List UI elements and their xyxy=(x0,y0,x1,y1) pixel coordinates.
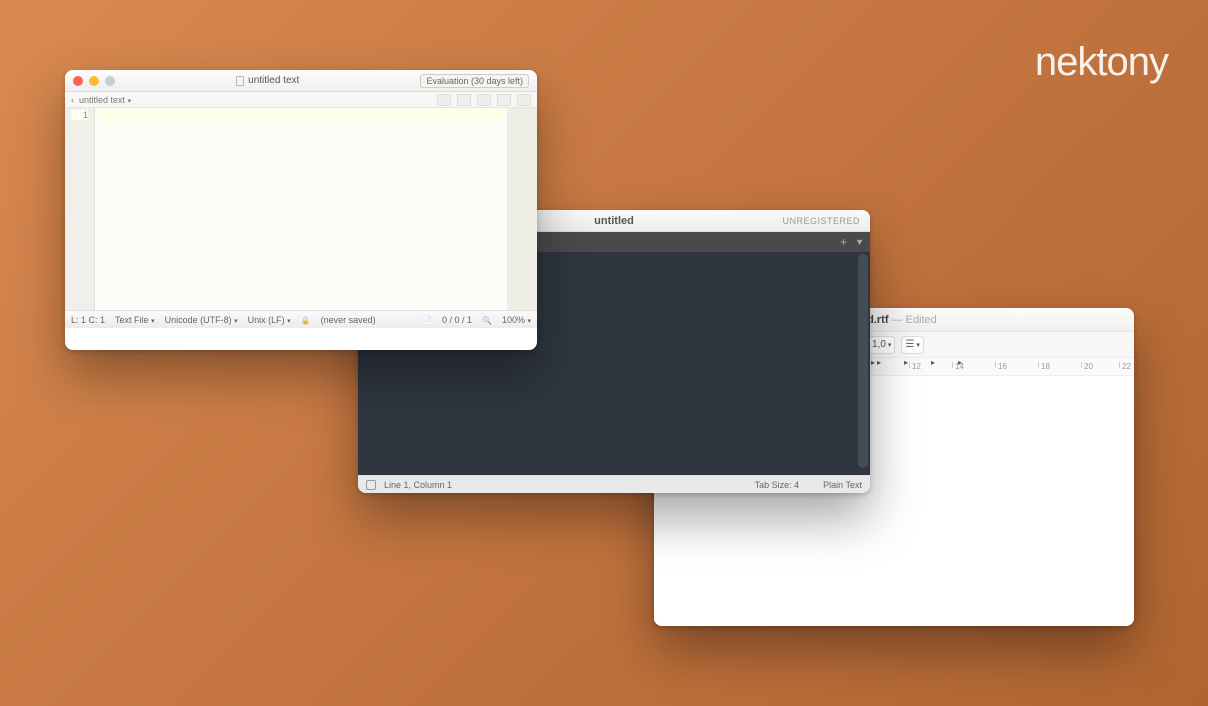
current-line xyxy=(99,110,503,122)
path-text[interactable]: untitled text xyxy=(79,95,125,105)
save-status: (never saved) xyxy=(321,315,376,325)
unregistered-label: UNREGISTERED xyxy=(782,216,860,226)
cursor-position[interactable]: Line 1, Column 1 xyxy=(384,480,452,490)
ruler-tick: 18 xyxy=(1038,362,1050,368)
scrollbar[interactable] xyxy=(858,254,868,468)
toolbar xyxy=(437,94,531,106)
list-icon xyxy=(905,339,914,350)
minimize-icon[interactable] xyxy=(89,76,99,86)
tab-size[interactable]: Tab Size: 4 xyxy=(755,480,800,490)
path-bar: untitled text ▾ xyxy=(65,92,537,108)
window-title: untitled xyxy=(594,215,634,227)
text-area[interactable] xyxy=(95,108,507,310)
traffic-lights[interactable] xyxy=(73,76,115,86)
ruler-tick: 14 xyxy=(952,362,964,368)
encoding[interactable]: Unicode (UTF-8) ▾ xyxy=(165,315,238,325)
list-button[interactable]: ▾ xyxy=(901,336,923,354)
window-title: untitled text xyxy=(248,75,299,86)
line-spacing-button[interactable]: 1,0 ▾ xyxy=(868,336,895,354)
sidebar-tool-icon[interactable] xyxy=(517,94,531,106)
ruler-tick: 20 xyxy=(1081,362,1093,368)
file-type[interactable]: Text File ▾ xyxy=(115,315,155,325)
tab-menu-icon[interactable]: ▼ xyxy=(855,237,864,247)
new-tab-icon[interactable]: + xyxy=(840,235,847,249)
evaluation-badge[interactable]: Evaluation (30 days left) xyxy=(420,74,529,88)
back-icon[interactable] xyxy=(71,95,74,105)
text-tool-icon[interactable] xyxy=(477,94,491,106)
lock-icon[interactable] xyxy=(301,315,311,325)
right-margin xyxy=(507,108,537,310)
brand-logo: nektony xyxy=(1035,40,1168,85)
line-number: 1 xyxy=(71,110,88,120)
syntax-mode[interactable]: Plain Text xyxy=(823,480,862,490)
zoom-level[interactable]: 100% ▾ xyxy=(502,315,531,325)
bbedit-window: untitled text Evaluation (30 days left) … xyxy=(65,70,537,350)
ruler-tick: 16 xyxy=(995,362,1007,368)
panel-icon[interactable] xyxy=(366,480,376,490)
search-icon[interactable] xyxy=(482,315,492,325)
pencil-tool-icon[interactable] xyxy=(437,94,451,106)
zoom-icon[interactable] xyxy=(105,76,115,86)
line-gutter[interactable]: 1 xyxy=(65,108,95,310)
page-icon[interactable] xyxy=(422,315,432,325)
status-bar: Line 1, Column 1 Tab Size: 4 Plain Text xyxy=(358,475,870,493)
cursor-position[interactable]: L: 1 C: 1 xyxy=(71,315,105,325)
clock-tool-icon[interactable] xyxy=(457,94,471,106)
close-icon[interactable] xyxy=(73,76,83,86)
titlebar[interactable]: untitled text Evaluation (30 days left) xyxy=(65,70,537,92)
editor-area: 1 xyxy=(65,108,537,310)
line-ending[interactable]: Unix (LF) ▾ xyxy=(248,315,291,325)
document-icon xyxy=(236,76,244,86)
counts[interactable]: 0 / 0 / 1 xyxy=(442,315,472,325)
ruler-tick: 12 xyxy=(909,362,921,368)
ruler-tick: 22 xyxy=(1119,362,1131,368)
share-tool-icon[interactable] xyxy=(497,94,511,106)
status-bar: L: 1 C: 1 Text File ▾ Unicode (UTF-8) ▾ … xyxy=(65,310,537,328)
